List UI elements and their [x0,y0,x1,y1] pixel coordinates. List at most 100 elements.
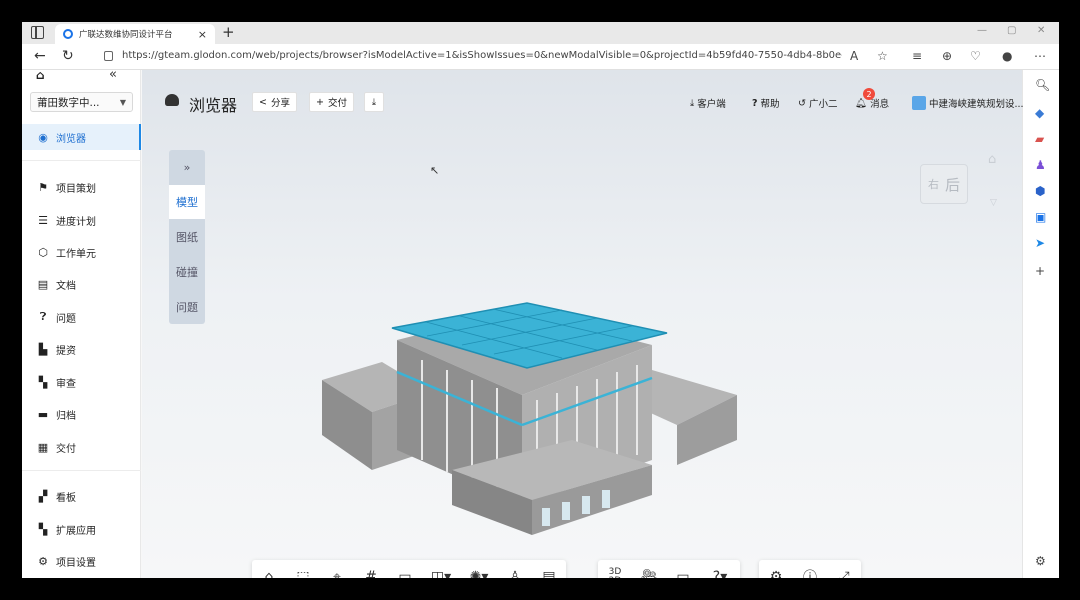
box-icon[interactable]: ◫▾ [422,560,460,578]
sidebar-item-review[interactable]: ▚ 审查 [22,369,141,395]
eye-icon: ◉ [38,130,48,144]
refresh-icon[interactable]: ↻ [62,48,74,64]
section-icon[interactable]: ⌖ [320,560,354,578]
browser-tab-bar: 广联达数维协同设计平台 × + — ▢ ✕ [22,22,1059,44]
home-icon[interactable]: ⌂ [252,560,286,578]
search-icon[interactable]: 🔍︎ [1035,78,1050,92]
more-options-icon[interactable]: ⋯ [1034,49,1046,63]
project-selector[interactable]: 莆田数字中... ▼ [30,92,133,112]
measure-icon[interactable]: ▭ [388,560,422,578]
send-icon[interactable]: ➤ [1035,236,1045,250]
sidebar-item-settings[interactable]: ⚙ 项目设置 [22,548,141,574]
assistant-link[interactable]: ↺ 广小二 [798,96,837,111]
profile-avatar-icon[interactable]: ● [1002,49,1012,63]
expand-panel-button[interactable]: » [169,150,205,184]
list-icon[interactable]: ▤ [532,560,566,578]
sidebar-item-issues[interactable]: ❓︎ 问题 [22,304,141,330]
sidebar-item-label: 提资 [56,345,76,357]
close-window-button[interactable]: ✕ [1037,25,1045,36]
info-icon[interactable]: ⓘ [793,560,827,578]
address-bar: ← ↻ https://gteam.glodon.com/web/project… [22,44,1059,70]
model-viewer[interactable]: 浏览器 < 分享 + 交付 ⤓ ⤓ 客户端 ? 帮助 ↺ 广小二 🔔︎ 消息 2… [142,70,1024,579]
sidebar-item-label: 进度计划 [56,216,96,228]
share-label: 分享 [270,98,290,109]
view-cube-down-icon[interactable]: ▽ [990,198,997,208]
sidebar-item-documents[interactable]: ▤ 文档 [22,271,141,297]
delivery-icon: ▦ [37,440,49,454]
sidebar-item-label: 看板 [56,492,76,504]
window-menu-icon[interactable] [31,26,44,39]
browser-tab[interactable]: 广联达数维协同设计平台 × [55,24,215,44]
url-field[interactable]: https://gteam.glodon.com/web/projects/br… [122,50,842,61]
explode-icon[interactable]: ✺▾ [460,560,498,578]
sidebar-item-delivery[interactable]: ▦ 交付 [22,434,141,460]
camera-icon[interactable]: 🎥︎ [632,560,666,578]
tab-model[interactable]: 模型 [169,185,205,219]
assistant-icon: ↺ [798,97,806,109]
sidebar-item-dashboard[interactable]: ▞ 看板 [22,483,141,509]
sidebar-item-archive[interactable]: ▬ 归档 [22,401,141,427]
sidebar-item-schedule[interactable]: ☰ 进度计划 [22,207,141,233]
sidebar-item-label: 工作单元 [56,248,96,260]
read-aloud-icon[interactable]: A [850,49,858,63]
tab-clash[interactable]: 碰撞 [169,255,205,289]
heart-icon[interactable]: ♡ [970,49,981,63]
help-dropdown-icon[interactable]: ?▾ [700,560,740,578]
sidebar-item-work-unit[interactable]: ⬡ 工作单元 [22,239,141,265]
sidebar-item-label: 项目设置 [56,557,96,569]
org-switcher[interactable]: 中建海峡建筑规划设... [912,96,1024,110]
lock-icon[interactable] [104,51,113,61]
cube-icon: ⬡ [38,245,48,259]
add-icon[interactable]: + [1035,264,1045,278]
flag-icon: ⚑ [38,180,48,194]
sidebar-item-label: 交付 [56,443,76,455]
home-icon[interactable]: ⌂ [36,68,45,82]
building-3d-model[interactable] [322,300,762,540]
page-title: 浏览器 [189,96,238,115]
tab-drawings[interactable]: 图纸 [169,220,205,254]
grid-icon[interactable]: # [354,560,388,578]
back-arrow-icon[interactable]: ← [34,48,46,64]
client-label: 客户端 [697,99,726,110]
help-link[interactable]: ? 帮助 [752,96,780,111]
fullscreen-icon[interactable]: ⤢ [827,560,861,578]
person-icon[interactable]: ♙ [498,560,532,578]
project-name: 莆田数字中... [37,96,100,109]
tab-close-icon[interactable]: × [198,28,207,41]
sidebar-item-label: 项目策划 [56,183,96,195]
client-link[interactable]: ⤓ 客户端 [690,96,726,111]
download-button[interactable]: ⤓ [364,92,384,112]
screen: 广联达数维协同设计平台 × + — ▢ ✕ ← ↻ https://gteam.… [22,22,1059,578]
sidebar-item-browser[interactable]: ◉ 浏览器 [22,124,141,150]
sidebar-item-submit[interactable]: ▙ 提资 [22,336,141,362]
favorite-star-icon[interactable]: ☆ [877,49,888,63]
collapse-sidebar-icon[interactable]: « [109,67,117,82]
sidebar-item-extensions[interactable]: ▚ 扩展应用 [22,516,141,542]
view-cube-face[interactable]: 右 后 [920,164,968,204]
settings-icon[interactable]: ⚙ [1035,554,1046,568]
new-tab-button[interactable]: + [222,23,235,41]
tab-issues[interactable]: 问题 [169,290,205,324]
tag-icon[interactable]: ◆ [1035,106,1044,120]
zoom-fit-icon[interactable]: ⬚ [286,560,320,578]
3d-2d-toggle-icon[interactable]: 3D 2D [598,560,632,579]
maximize-button[interactable]: ▢ [1007,25,1016,36]
favicon-icon [63,29,73,39]
games-icon[interactable]: ♟ [1035,158,1046,172]
view-cube[interactable]: ⌂ 右 后 ▽ [912,152,997,212]
outlook-icon[interactable]: ▣ [1035,210,1046,224]
deliver-button[interactable]: + 交付 [309,92,354,112]
message-count-badge: 2 [863,88,875,100]
office-icon[interactable]: ⬢ [1035,184,1045,198]
comment-icon[interactable]: ▭ [666,560,700,578]
tab-title: 广联达数维协同设计平台 [79,30,173,40]
viewer-toolbar-main: ⌂ ⬚ ⌖ # ▭ ◫▾ ✺▾ ♙ ▤ [252,560,566,578]
collections-icon[interactable]: ⊕ [942,49,952,63]
home-view-icon[interactable]: ⌂ [988,152,996,167]
minimize-button[interactable]: — [977,25,987,36]
share-button[interactable]: < 分享 [252,92,297,112]
toolbox-icon[interactable]: ▰ [1035,132,1044,146]
settings-icon[interactable]: ⚙ [759,560,793,578]
sidebar-item-planning[interactable]: ⚑ 项目策划 [22,174,141,200]
favorites-list-icon[interactable]: ≡ [912,49,922,63]
